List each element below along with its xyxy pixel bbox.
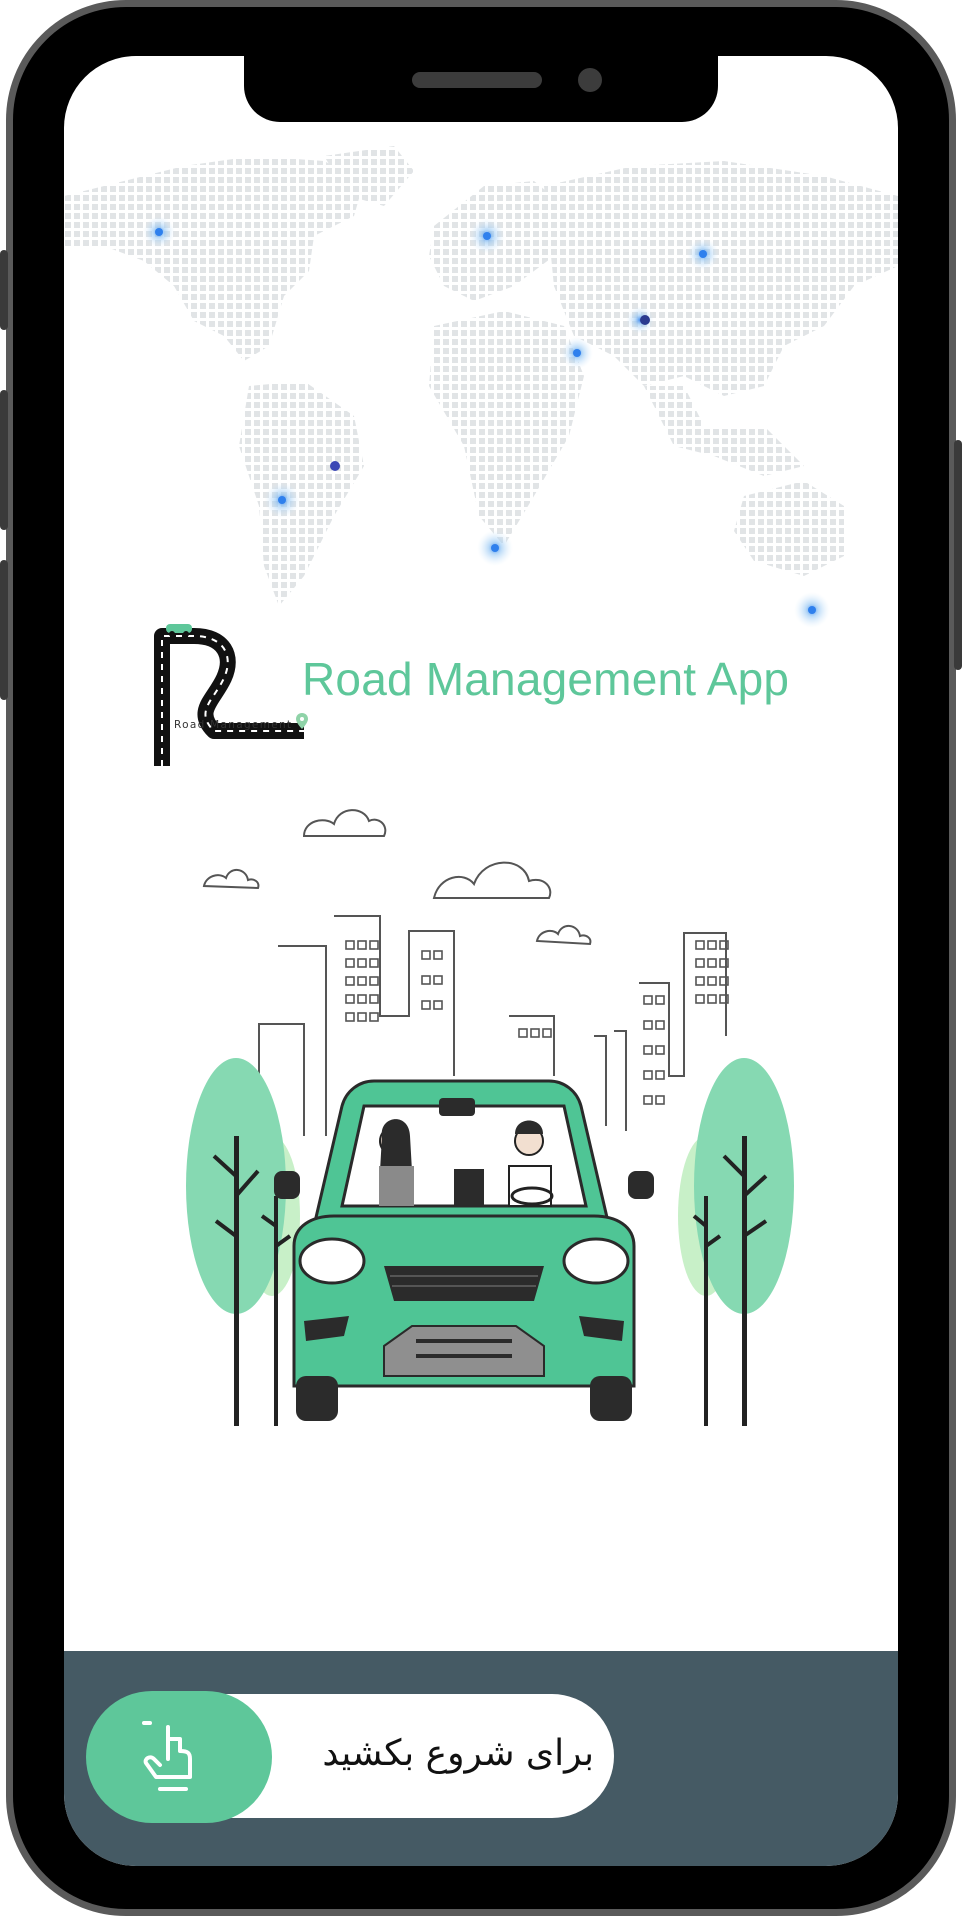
swipe-handle[interactable] [86, 1691, 272, 1823]
app-screen: Road Management Road Management App برای… [64, 56, 898, 1866]
side-button-left-3 [0, 560, 8, 700]
app-title: Road Management App [302, 653, 790, 705]
world-map-icon [64, 146, 898, 628]
car-city-illustration [186, 809, 794, 1426]
front-camera [578, 68, 602, 92]
phone-notch [244, 52, 718, 122]
side-button-left-1 [0, 250, 8, 330]
logo-caption: Road Management [174, 719, 293, 731]
side-button-left-2 [0, 390, 8, 530]
speaker-grille [412, 72, 542, 88]
road-logo-icon [154, 624, 304, 766]
location-pin-icon [296, 713, 308, 729]
swipe-hand-icon [142, 1721, 192, 1791]
side-button-right [954, 440, 962, 670]
swipe-to-start-label: برای شروع بکشید [322, 1733, 594, 1774]
